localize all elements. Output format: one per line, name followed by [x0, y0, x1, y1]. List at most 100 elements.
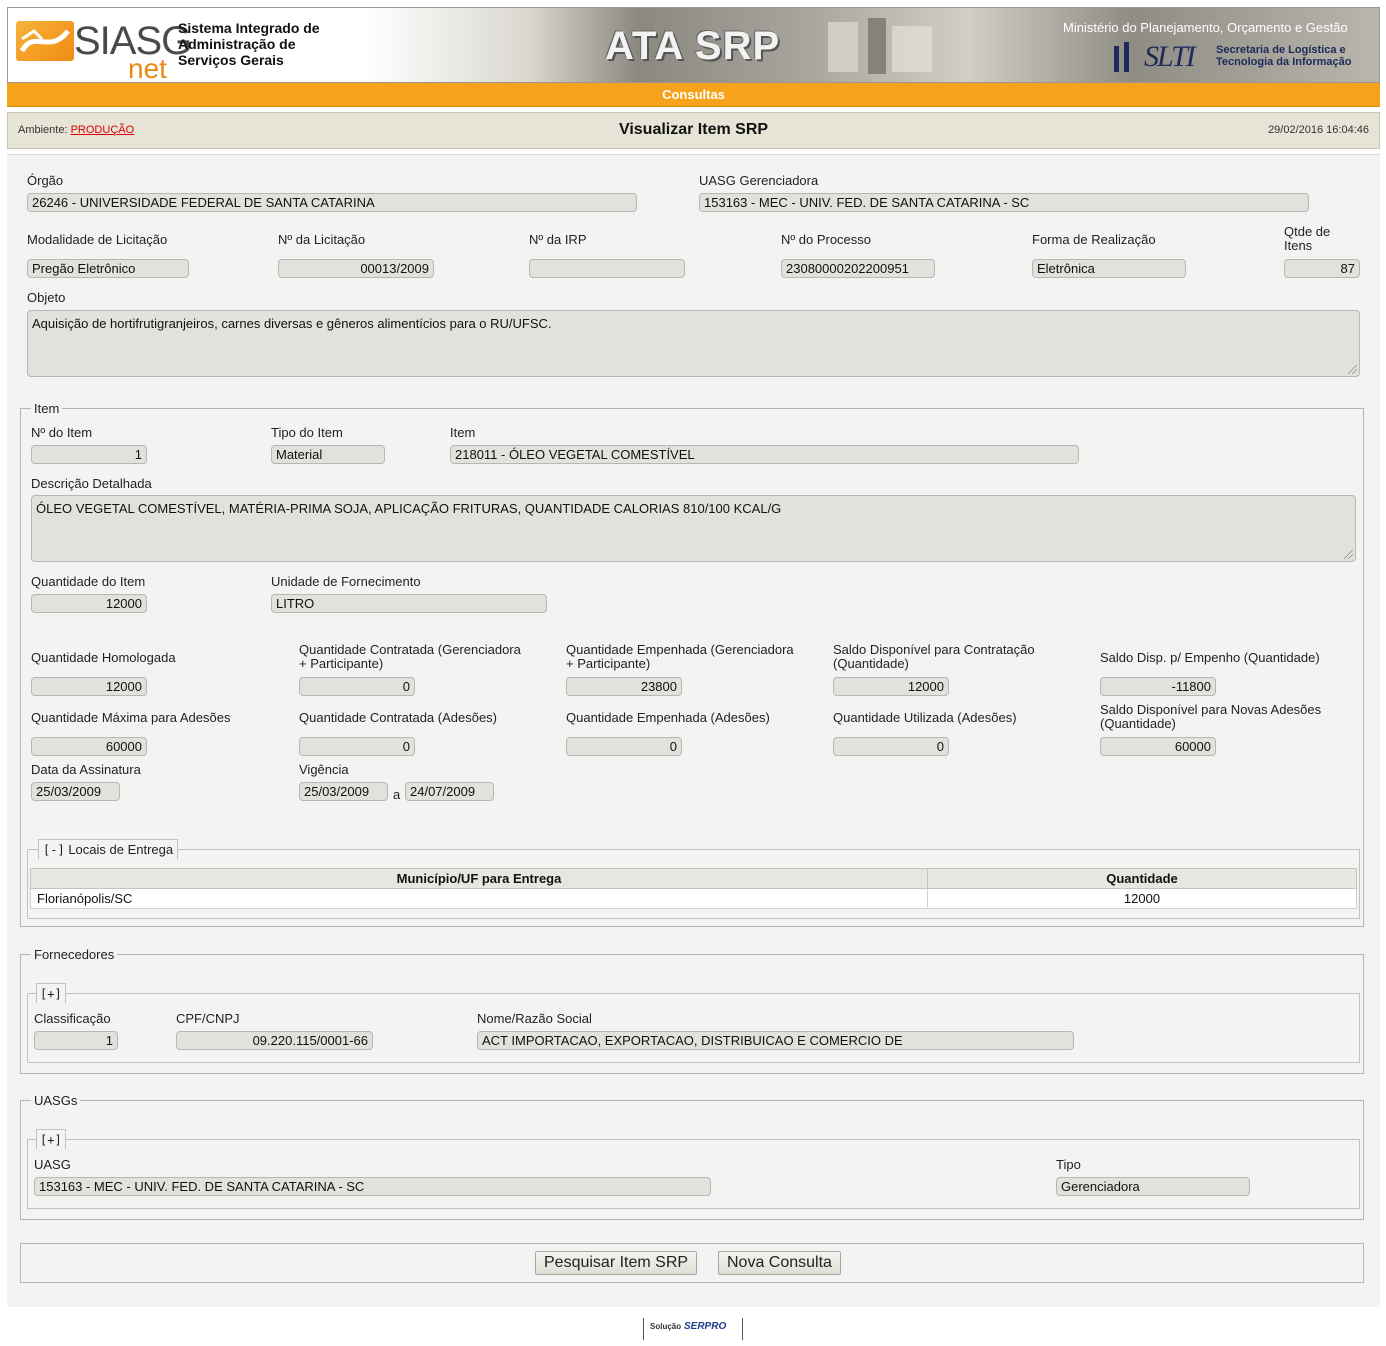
- uasg-toggle-legend: [+]: [36, 1129, 66, 1149]
- slti-logo-text: SLTI: [1144, 40, 1196, 73]
- slti-subtitle: Secretaria de Logística e Tecnologia da …: [1216, 44, 1352, 68]
- saldo-contratacao-label: Saldo Disponível para Contratação (Quant…: [833, 643, 1035, 671]
- tipo-item-field: Material: [271, 445, 385, 464]
- saldo-novas-adesoes-field: 60000: [1100, 737, 1216, 756]
- cell-quantidade: 12000: [927, 888, 1357, 909]
- orgao-field: 26246 - UNIVERSIDADE FEDERAL DE SANTA CA…: [27, 193, 637, 212]
- menu-bar: Consultas: [7, 83, 1380, 107]
- processo-label: Nº do Processo: [781, 232, 872, 247]
- siasg-logo-icon: [16, 21, 74, 61]
- qtd-homologada-label: Quantidade Homologada: [31, 650, 176, 665]
- forma-realizacao-label: Forma de Realização: [1032, 232, 1156, 247]
- datetime: 29/02/2016 16:04:46: [1268, 124, 1369, 136]
- fornecedor-toggle-legend: [+]: [36, 983, 66, 1003]
- fornecedores-legend: Fornecedores: [34, 947, 115, 962]
- fornecedor-toggle-button[interactable]: [+]: [40, 987, 62, 1001]
- locais-toggle-button[interactable]: [-]: [43, 843, 65, 857]
- uasg-toggle-button[interactable]: [+]: [40, 1133, 62, 1147]
- cell-municipio: Florianópolis/SC: [30, 888, 928, 909]
- nome-razao-social-label: Nome/Razão Social: [477, 1011, 592, 1026]
- unidade-fornecimento-field: LITRO: [271, 594, 547, 613]
- unidade-fornecimento-label: Unidade de Fornecimento: [271, 574, 421, 589]
- saldo-novas-adesoes-label-line: Saldo Disponível para Novas Adesões: [1100, 702, 1322, 717]
- item-legend: Item: [34, 401, 60, 416]
- qtd-utilizada-adesoes-field: 0: [833, 737, 949, 756]
- locais-legend-text: Locais de Entrega: [68, 842, 174, 857]
- saldo-novas-adesoes-label-line: (Quantidade): [1100, 716, 1176, 731]
- descricao-text: ÓLEO VEGETAL COMESTÍVEL, MATÉRIA-PRIMA S…: [36, 501, 782, 516]
- qtd-contratada-label-line: + Participante): [299, 656, 384, 671]
- column-header-municipio: Município/UF para Entrega: [30, 868, 928, 889]
- saldo-contratacao-label-line: Saldo Disponível para Contratação: [833, 642, 1035, 657]
- num-item-field: 1: [31, 445, 147, 464]
- nova-consulta-button[interactable]: Nova Consulta: [718, 1251, 841, 1275]
- uasg-inner-fieldset: [+]: [27, 1129, 1360, 1209]
- num-item-label: Nº do Item: [31, 425, 93, 440]
- descricao-label: Descrição Detalhada: [31, 476, 152, 491]
- vigencia-separator: a: [393, 787, 401, 802]
- logo-net-text: net: [128, 53, 167, 83]
- resize-grip-icon[interactable]: [1344, 550, 1353, 559]
- modalidade-field: Pregão Eletrônico: [27, 259, 189, 278]
- slti-subtitle-line: Tecnologia da Informação: [1216, 56, 1352, 68]
- footer: Solução SERPRO: [643, 1318, 743, 1340]
- system-name: Sistema Integrado de Administração de Se…: [178, 20, 320, 68]
- qtde-itens-label: Qtde de Itens: [1284, 225, 1330, 253]
- objeto-textarea[interactable]: Aquisição de hortifrutigranjeiros, carne…: [27, 310, 1360, 377]
- item-field: 218011 - ÓLEO VEGETAL COMESTÍVEL: [450, 445, 1079, 464]
- saldo-novas-adesoes-label: Saldo Disponível para Novas Adesões (Qua…: [1100, 703, 1321, 731]
- pesquisar-item-srp-button[interactable]: Pesquisar Item SRP: [535, 1251, 698, 1275]
- uasg-field: 153163 - MEC - UNIV. FED. DE SANTA CATAR…: [34, 1177, 711, 1196]
- descricao-textarea[interactable]: ÓLEO VEGETAL COMESTÍVEL, MATÉRIA-PRIMA S…: [31, 495, 1356, 562]
- qtd-contratada-adesoes-field: 0: [299, 737, 415, 756]
- system-name-line: Serviços Gerais: [178, 52, 284, 68]
- slti-bars-icon: [1114, 42, 1129, 72]
- resize-grip-icon[interactable]: [1348, 365, 1357, 374]
- qtd-item-field: 12000: [31, 594, 147, 613]
- app-title: ATA SRP: [605, 24, 781, 68]
- data-assinatura-label: Data da Assinatura: [31, 762, 141, 777]
- qtd-empenhada-label: Quantidade Empenhada (Gerenciadora + Par…: [566, 643, 794, 671]
- qtd-empenhada-field: 23800: [566, 677, 682, 696]
- qtd-contratada-label: Quantidade Contratada (Gerenciadora + Pa…: [299, 643, 521, 671]
- saldo-contratacao-field: 12000: [833, 677, 949, 696]
- menu-item-consultas[interactable]: Consultas: [662, 87, 725, 102]
- slti-subtitle-line: Secretaria de Logística e: [1216, 44, 1346, 56]
- saldo-contratacao-label-line: (Quantidade): [833, 656, 909, 671]
- classificacao-field: 1: [34, 1031, 118, 1050]
- system-name-line: Administração de: [178, 36, 296, 52]
- qtd-empenhada-adesoes-label: Quantidade Empenhada (Adesões): [566, 710, 770, 725]
- qtd-empenhada-label-line: + Participante): [566, 656, 651, 671]
- qtd-empenhada-label-line: Quantidade Empenhada (Gerenciadora: [566, 642, 794, 657]
- page-title: Visualizar Item SRP: [618, 121, 769, 138]
- qtde-itens-label-line: Itens: [1284, 238, 1313, 253]
- item-label: Item: [450, 425, 476, 440]
- table-header-row: Município/UF para Entrega Quantidade: [30, 868, 1357, 889]
- licitacao-label: Nº da Licitação: [278, 232, 366, 247]
- ministerio-label: Ministério do Planejamento, Orçamento e …: [1063, 20, 1348, 35]
- table-row: Florianópolis/SC 12000: [30, 888, 1357, 909]
- uasg-gerenciadora-label: UASG Gerenciadora: [699, 173, 819, 188]
- footer-selo: Solução: [650, 1322, 682, 1331]
- locais-entrega-legend: [-] Locais de Entrega: [38, 839, 179, 859]
- modalidade-label: Modalidade de Licitação: [27, 232, 168, 247]
- slti-logo: SLTI Secretaria de Logística e Tecnologi…: [1108, 38, 1379, 78]
- qtd-homologada-field: 12000: [31, 677, 147, 696]
- qtd-utilizada-adesoes-label: Quantidade Utilizada (Adesões): [833, 710, 1017, 725]
- saldo-empenho-field: -11800: [1100, 677, 1216, 696]
- qtd-max-adesoes-label: Quantidade Máxima para Adesões: [31, 710, 231, 725]
- orgao-label: Órgão: [27, 173, 64, 188]
- uasgs-legend: UASGs: [34, 1093, 78, 1108]
- cnpj-field: 09.220.115/0001-66: [176, 1031, 373, 1050]
- qtd-max-adesoes-field: 60000: [31, 737, 147, 756]
- objeto-label: Objeto: [27, 290, 66, 305]
- vigencia-fim-field: 24/07/2009: [405, 782, 494, 801]
- saldo-empenho-label: Saldo Disp. p/ Empenho (Quantidade): [1100, 650, 1320, 665]
- vigencia-inicio-field: 25/03/2009: [299, 782, 388, 801]
- siasgnet-logo: SIASG net: [16, 17, 192, 82]
- serpro-logo: SERPRO: [684, 1321, 727, 1332]
- forma-realizacao-field: Eletrônica: [1032, 259, 1186, 278]
- processo-field: 23080000202200951: [781, 259, 935, 278]
- tipo-uasg-label: Tipo: [1056, 1157, 1081, 1172]
- irp-field: [529, 259, 685, 278]
